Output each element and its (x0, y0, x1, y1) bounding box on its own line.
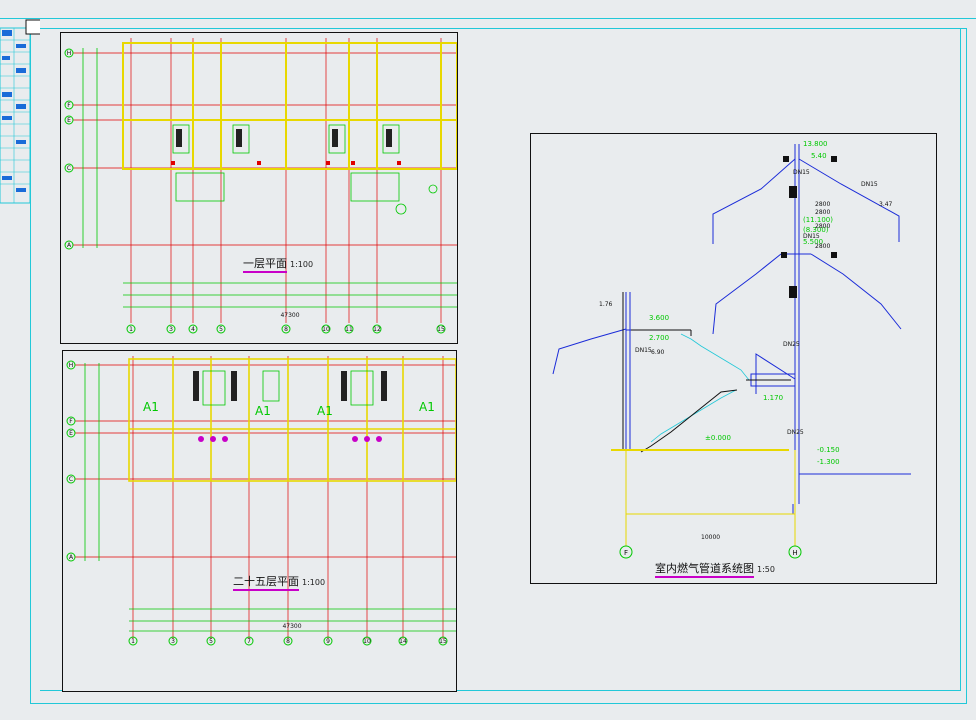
axis-e: E (67, 117, 71, 124)
total-dimension: 47300 (282, 623, 301, 630)
first-floor-plan: H F E C A 134 5 8 10 11 12 15 47300 (64, 38, 457, 334)
unit-tag: A1 (143, 400, 159, 414)
typical-floor-plan-title: 二十五层平面 1:100 (233, 573, 325, 591)
dimension-label: 10000 (701, 534, 720, 541)
elevation-label: 3.600 (649, 314, 669, 322)
elevation-label: -1.300 (817, 458, 840, 466)
elevation-label: 1.76 (599, 301, 613, 308)
svg-text:8: 8 (284, 326, 288, 333)
axis-h: H (67, 50, 72, 57)
dimension-label: 2800 (815, 223, 830, 230)
first-floor-plan-title: 一层平面 1:100 (243, 255, 313, 273)
first-floor-plan-panel: H F E C A 134 5 8 10 11 12 15 47300 一层平面 1:10… (60, 32, 458, 344)
elevation-label: 1.170 (763, 394, 783, 402)
svg-text:3: 3 (171, 638, 175, 645)
pipe-label: DN15 (803, 233, 820, 240)
svg-text:E: E (69, 430, 73, 437)
pipe-label: DN15 (861, 181, 878, 188)
svg-text:H: H (69, 362, 74, 369)
unit-tag: A1 (255, 404, 271, 418)
svg-text:5: 5 (219, 326, 223, 333)
svg-text:15: 15 (437, 326, 445, 333)
svg-text:12: 12 (373, 326, 381, 333)
svg-text:F: F (69, 418, 73, 425)
elevation-label: 13.800 (803, 140, 828, 148)
gas-pipe-system-diagram: 13.800 5.40 (11.100) (8.300) 5.500 3.600… (552, 140, 911, 559)
pipe-label: DN15 (793, 169, 810, 176)
axis-h: H (792, 549, 797, 557)
elevation-label: 3.47 (879, 201, 893, 208)
gas-pipe-system-panel: 13.800 5.40 (11.100) (8.300) 5.500 3.600… (530, 133, 937, 584)
svg-text:11: 11 (345, 326, 353, 333)
svg-text:4: 4 (191, 326, 195, 333)
svg-text:1: 1 (129, 326, 133, 333)
elevation-label: 2.700 (649, 334, 669, 342)
title-strip (0, 19, 40, 204)
typical-floor-plan-panel: A1 A1 A1 A1 HFE CA 135 789 10 14 15 47300 … (62, 350, 457, 692)
svg-text:3: 3 (169, 326, 173, 333)
dimension-label: 2800 (815, 201, 830, 208)
svg-text:8: 8 (286, 638, 290, 645)
pipe-label: DN15 (635, 347, 652, 354)
axis-f: F (67, 102, 71, 109)
svg-text:10: 10 (322, 326, 330, 333)
unit-tag: A1 (419, 400, 435, 414)
svg-text:5: 5 (209, 638, 213, 645)
svg-text:7: 7 (247, 638, 251, 645)
svg-text:C: C (69, 476, 73, 483)
axis-c: C (67, 165, 71, 172)
elevation-label: ±0.000 (705, 434, 731, 442)
unit-tag: A1 (317, 404, 333, 418)
typical-floor-plan: A1 A1 A1 A1 HFE CA 135 789 10 14 15 47300 (66, 356, 456, 646)
dimension-label: 2800 (815, 243, 830, 250)
axis-f: F (624, 549, 628, 557)
svg-text:9: 9 (326, 638, 330, 645)
svg-text:15: 15 (439, 638, 447, 645)
top-border-line (0, 18, 976, 19)
pipe-label: DN25 (787, 429, 804, 436)
elevation-label: 5.40 (811, 152, 827, 160)
svg-text:10: 10 (363, 638, 371, 645)
gas-pipe-system-title: 室内燃气管道系统图 1:50 (655, 560, 775, 578)
dimension-label: 2800 (815, 209, 830, 216)
pipe-label: DN25 (783, 341, 800, 348)
elevation-label: 6.90 (651, 349, 665, 356)
svg-text:1: 1 (131, 638, 135, 645)
total-dimension: 47300 (280, 312, 299, 319)
elevation-label: -0.150 (817, 446, 840, 454)
svg-text:14: 14 (399, 638, 407, 645)
